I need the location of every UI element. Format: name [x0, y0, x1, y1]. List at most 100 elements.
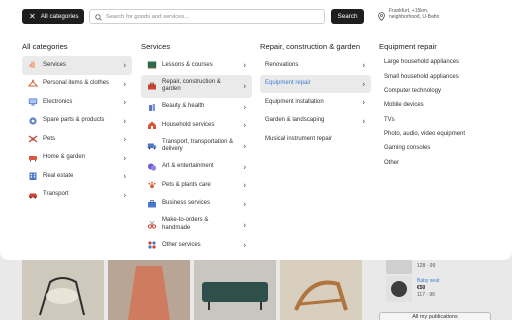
chair-image [22, 260, 104, 320]
subcategory-label: Garden & landscaping [265, 117, 325, 124]
subcategory-lessons[interactable]: Lessons & courses › [141, 56, 252, 75]
category-services[interactable]: Services › [22, 56, 132, 75]
subcategory-household[interactable]: Household services › [141, 116, 252, 135]
all-my-publications-button[interactable]: All my publications [379, 312, 491, 320]
location-selector[interactable]: Frankfurt, +15km, neighborhood, U-Bahn [378, 8, 459, 26]
subcategory-small-appliances[interactable]: Small household appliances [379, 70, 499, 84]
category-electronics[interactable]: Electronics › [22, 93, 132, 112]
subcategory-business[interactable]: Business services › [141, 195, 252, 214]
category-real-estate[interactable]: Real estate › [22, 167, 132, 186]
subcategory-musical-instrument-repair[interactable]: Musical instrument repair [260, 130, 371, 149]
item-meta: 128 · 99 [417, 263, 436, 269]
listing-card-dress[interactable] [108, 260, 190, 320]
search-button[interactable]: Search [331, 9, 364, 24]
subcategory-equipment-repair[interactable]: Equipment repair › [260, 74, 371, 93]
subcategory-other[interactable]: Other services › [141, 236, 252, 255]
armchair-icon [27, 152, 38, 163]
paw-icon [27, 134, 38, 145]
monitor-icon [27, 97, 38, 108]
repair-construction-column: Repair, construction & garden Renovation… [260, 42, 371, 149]
listing-grid: 128 · 99 Baby seat €50 117 · 96 [0, 260, 512, 320]
category-label: Transport [43, 191, 69, 198]
listing-card-sofa[interactable] [194, 260, 276, 320]
hand-icon [27, 60, 38, 71]
category-label: Services [43, 61, 67, 68]
category-spare-parts[interactable]: Spare parts & products › [22, 112, 132, 131]
item-price: €50 [417, 285, 426, 291]
chevron-right-icon: › [243, 240, 246, 250]
listing-card-lounge-chair[interactable] [280, 260, 362, 320]
subcategory-garden-landscaping[interactable]: Garden & landscaping › [260, 112, 371, 131]
subcategory-label: Large household appliances [384, 59, 460, 66]
subcategory-repair-construction[interactable]: Repair, construction & garden › [141, 74, 252, 98]
subcategory-other[interactable]: Other [379, 156, 499, 170]
all-categories-button[interactable]: ✕ All categories [22, 9, 84, 24]
briefcase-icon [146, 198, 157, 209]
category-label: Electronics [43, 98, 73, 105]
search-icon [95, 8, 102, 26]
category-label: Spare parts & products [43, 117, 105, 124]
subcategory-label: Transport, transportation & delivery [162, 138, 234, 152]
house-icon [146, 120, 157, 131]
subcategory-large-appliances[interactable]: Large household appliances [379, 56, 499, 70]
subcategory-gaming-consoles[interactable]: Gaming consoles [379, 142, 499, 156]
subcategory-pets-plants[interactable]: Pets & plants care › [141, 176, 252, 195]
gear-icon [27, 115, 38, 126]
all-categories-column: All categories Services › Personal items… [22, 42, 132, 204]
subcategory-label: Photo, audio, video equipment [384, 130, 466, 137]
top-bar: ✕ All categories Search Frankfurt, +15km… [0, 0, 512, 34]
car-icon [27, 189, 38, 200]
sidebar-item-1[interactable]: 128 · 99 [386, 260, 435, 276]
subcategory-handmade[interactable]: Make-to-orders & handmade › [141, 213, 252, 236]
subcategory-mobile-devices[interactable]: Mobile devices [379, 99, 499, 113]
category-personal-items[interactable]: Personal items & clothes › [22, 75, 132, 94]
subcategory-label: Renovations [265, 61, 299, 68]
sidebar-item-baby-seat[interactable]: Baby seat €50 117 · 96 [386, 276, 439, 304]
grid-icon [146, 240, 157, 251]
chevron-right-icon: › [243, 141, 246, 151]
column-title: Equipment repair [379, 42, 437, 51]
subcategory-label: Equipment repair [265, 80, 311, 87]
dress-image [108, 260, 190, 320]
chevron-right-icon: › [243, 120, 246, 130]
subcategory-tvs[interactable]: TVs [379, 113, 499, 127]
subcategory-renovations[interactable]: Renovations › [260, 56, 371, 75]
chalkboard-icon [146, 60, 157, 71]
subcategory-label: Repair, construction & garden [162, 78, 221, 92]
baby-seat-thumbnail [386, 276, 412, 302]
chevron-right-icon: › [243, 220, 246, 229]
item-title: Baby seat [417, 278, 440, 284]
subcategory-label: Make-to-orders & handmade [162, 217, 209, 231]
location-pin-icon [378, 8, 385, 26]
category-label: Real estate [43, 172, 74, 179]
subcategory-transport-delivery[interactable]: Transport, transportation & delivery › [141, 135, 252, 158]
subcategory-beauty-health[interactable]: Beauty & health › [141, 98, 252, 117]
subcategory-photo-audio-video[interactable]: Photo, audio, video equipment [379, 127, 499, 141]
category-label: Pets [43, 135, 56, 142]
chevron-right-icon: › [243, 81, 246, 91]
chevron-right-icon: › [123, 134, 126, 144]
chevron-right-icon: › [243, 199, 246, 209]
chevron-right-icon: › [123, 190, 126, 200]
chevron-right-icon: › [362, 116, 365, 126]
subcategory-label: Beauty & health [162, 103, 205, 110]
subcategory-label: Art & entertainment [162, 163, 214, 170]
search-input[interactable] [106, 13, 316, 20]
category-home-garden[interactable]: Home & garden › [22, 149, 132, 168]
van-icon [146, 141, 157, 152]
subcategory-label: Business services [162, 200, 211, 207]
subcategory-computer-technology[interactable]: Computer technology [379, 85, 499, 99]
listing-card-chair[interactable] [22, 260, 104, 320]
chevron-right-icon: › [123, 60, 126, 70]
masks-icon [146, 161, 157, 172]
subcategory-equipment-installation[interactable]: Equipment installation › [260, 93, 371, 112]
subcategory-art-entertainment[interactable]: Art & entertainment › [141, 158, 252, 177]
chevron-right-icon: › [362, 60, 365, 70]
location-text: Frankfurt, +15km, neighborhood, U-Bahn [389, 8, 440, 21]
category-transport[interactable]: Transport › [22, 186, 132, 205]
category-pets[interactable]: Pets › [22, 130, 132, 149]
subcategory-label: Small household appliances [384, 73, 459, 80]
paw-icon [146, 180, 157, 191]
category-menu: All categories Services › Personal items… [0, 34, 512, 260]
subcategory-label: Lessons & courses [162, 61, 213, 68]
